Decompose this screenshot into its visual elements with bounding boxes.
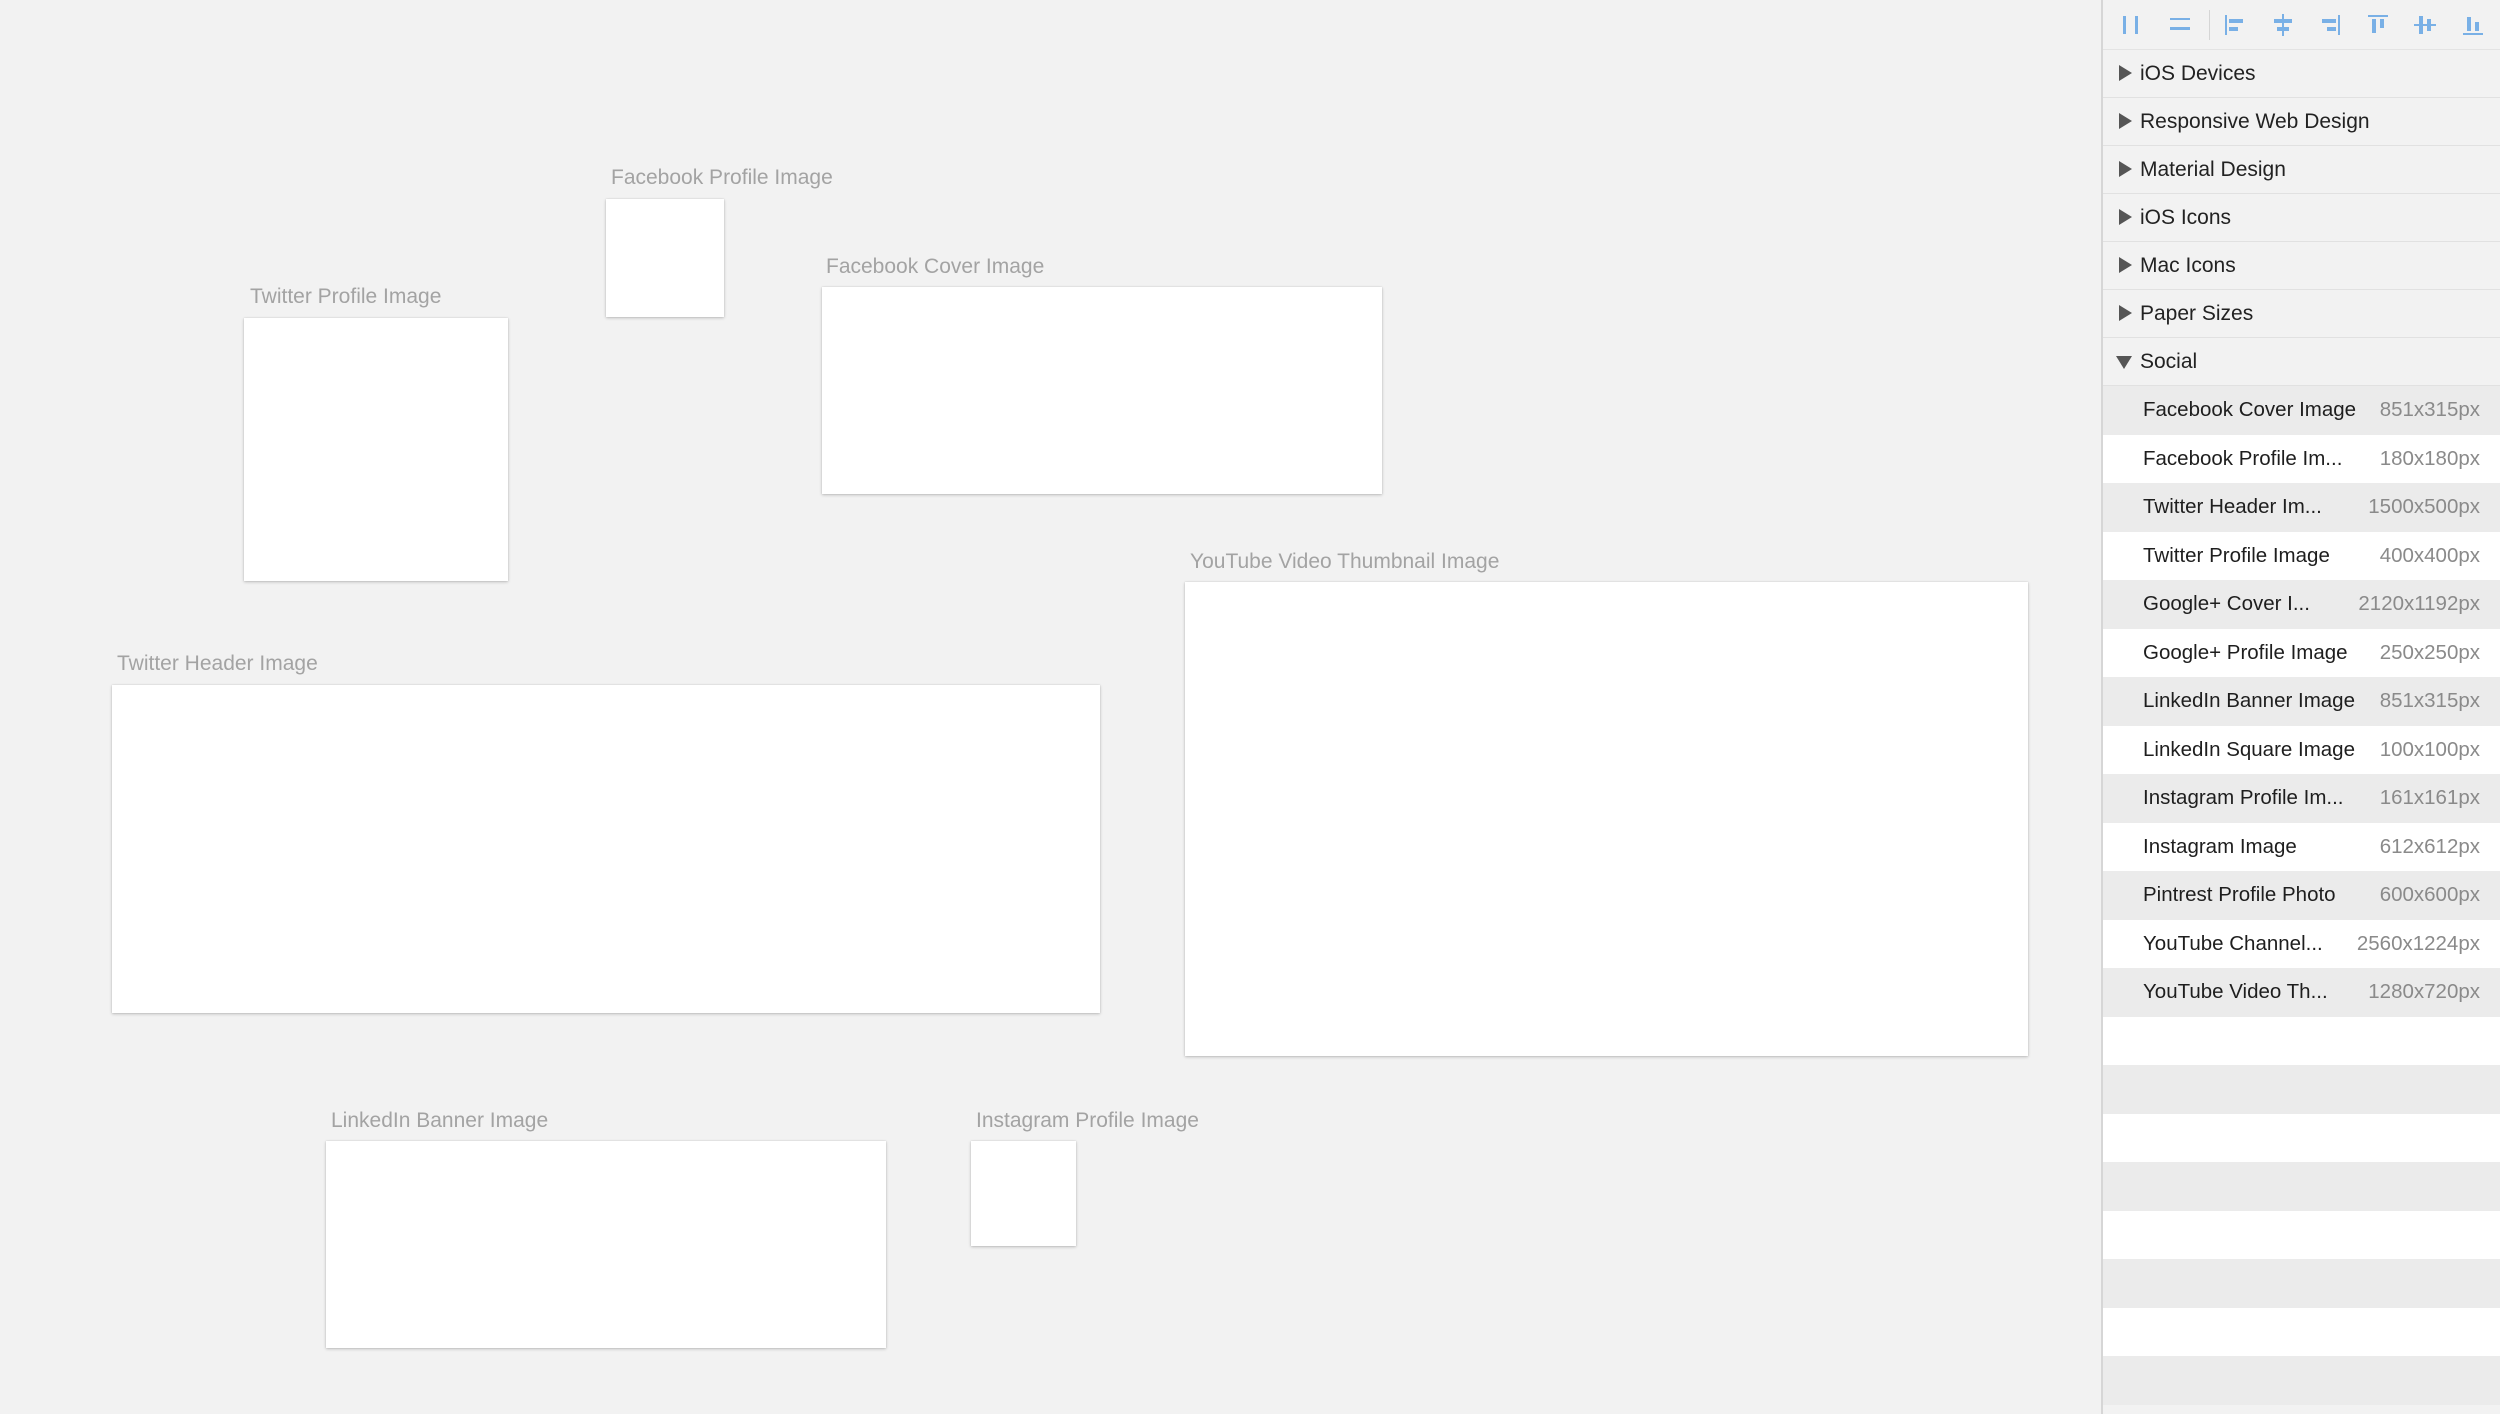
preset-size: 400x400px [2379, 543, 2480, 567]
preset-item[interactable]: Google+ Cover I... 2120x1192px [2103, 580, 2500, 629]
toolbar-separator [2209, 10, 2210, 40]
preset-item[interactable]: Facebook Cover Image 851x315px [2103, 386, 2500, 435]
empty-row [2103, 1113, 2500, 1162]
artboard-instagram-profile[interactable] [971, 1141, 1076, 1246]
preset-size: 100x100px [2379, 737, 2480, 761]
align-right-icon[interactable] [2315, 10, 2345, 40]
preset-size: 1280x720px [2368, 980, 2480, 1003]
preset-item[interactable]: Instagram Image 612x612px [2103, 822, 2500, 871]
preset-item[interactable]: Pintrest Profile Photo 600x600px [2103, 871, 2500, 920]
group-label: Material Design [2140, 158, 2286, 181]
group-ios-devices[interactable]: iOS Devices [2103, 50, 2500, 98]
preset-size: 180x180px [2379, 446, 2480, 470]
preset-size: 600x600px [2379, 883, 2480, 906]
preset-size: 612x612px [2379, 834, 2480, 858]
preset-item[interactable]: LinkedIn Banner Image 851x315px [2103, 677, 2500, 726]
align-middle-vertical-icon[interactable] [2410, 10, 2440, 40]
preset-name: Instagram Profile Im... [2143, 786, 2344, 809]
artboard-label-facebook-profile[interactable]: Facebook Profile Image [611, 166, 833, 190]
design-canvas[interactable]: Facebook Profile Image Twitter Profile I… [0, 0, 2101, 1414]
group-paper-sizes[interactable]: Paper Sizes [2103, 290, 2500, 338]
group-label: Paper Sizes [2140, 302, 2254, 325]
preset-item[interactable]: YouTube Channel... 2560x1224px [2103, 919, 2500, 968]
distribute-horizontal-icon[interactable] [2117, 10, 2147, 40]
preset-item[interactable]: Google+ Profile Image 250x250px [2103, 628, 2500, 677]
disclosure-triangle-right-icon[interactable] [2119, 113, 2132, 129]
empty-row [2103, 1065, 2500, 1114]
group-responsive-web-design[interactable]: Responsive Web Design [2103, 98, 2500, 146]
preset-item[interactable]: YouTube Video Th... 1280x720px [2103, 968, 2500, 1017]
group-mac-icons[interactable]: Mac Icons [2103, 242, 2500, 290]
preset-item[interactable]: Facebook Profile Im... 180x180px [2103, 434, 2500, 483]
disclosure-triangle-right-icon[interactable] [2119, 257, 2132, 273]
preset-name: Twitter Header Im... [2143, 495, 2322, 518]
alignment-toolbar [2103, 0, 2500, 50]
preset-size: 851x315px [2379, 689, 2480, 712]
artboard-youtube-thumb[interactable] [1185, 582, 2028, 1056]
preset-item[interactable]: LinkedIn Square Image 100x100px [2103, 725, 2500, 774]
empty-row [2103, 1016, 2500, 1065]
preset-size: 161x161px [2379, 786, 2480, 809]
preset-name: Google+ Cover I... [2143, 592, 2310, 615]
preset-size: 851x315px [2379, 398, 2480, 421]
align-center-horizontal-icon[interactable] [2268, 10, 2298, 40]
preset-size: 1500x500px [2368, 495, 2480, 518]
artboard-label-youtube-thumb[interactable]: YouTube Video Thumbnail Image [1190, 550, 1499, 574]
preset-item[interactable]: Twitter Header Im... 1500x500px [2103, 483, 2500, 532]
artboard-facebook-profile[interactable] [606, 199, 724, 317]
preset-name: Instagram Image [2143, 834, 2297, 858]
preset-size: 2120x1192px [2358, 592, 2480, 615]
group-label: Social [2140, 350, 2198, 373]
disclosure-triangle-right-icon[interactable] [2119, 161, 2132, 177]
artboard-label-facebook-cover[interactable]: Facebook Cover Image [826, 255, 1044, 279]
preset-item[interactable]: Twitter Profile Image 400x400px [2103, 531, 2500, 580]
distribute-vertical-icon[interactable] [2165, 10, 2195, 40]
empty-row [2103, 1259, 2500, 1308]
empty-row [2103, 1162, 2500, 1211]
align-top-icon[interactable] [2363, 10, 2393, 40]
preset-name: LinkedIn Banner Image [2143, 689, 2355, 712]
artboard-linkedin-banner[interactable] [326, 1141, 886, 1348]
disclosure-triangle-right-icon[interactable] [2119, 65, 2132, 81]
group-material-design[interactable]: Material Design [2103, 146, 2500, 194]
preset-name: Twitter Profile Image [2143, 543, 2330, 567]
artboard-label-twitter-header[interactable]: Twitter Header Image [117, 652, 318, 676]
preset-name: Google+ Profile Image [2143, 640, 2348, 664]
preset-name: LinkedIn Square Image [2143, 737, 2355, 761]
empty-row [2103, 1210, 2500, 1259]
group-label: iOS Icons [2140, 206, 2232, 229]
preset-name: YouTube Video Th... [2143, 980, 2328, 1003]
preset-size: 250x250px [2379, 640, 2480, 664]
group-label: Responsive Web Design [2140, 110, 2370, 133]
artboard-facebook-cover[interactable] [822, 287, 1382, 494]
artboard-label-instagram-profile[interactable]: Instagram Profile Image [976, 1109, 1199, 1133]
preset-name: Facebook Profile Im... [2143, 446, 2343, 470]
empty-row [2103, 1356, 2500, 1405]
preset-groups: iOS Devices Responsive Web Design Materi… [2103, 50, 2500, 1405]
group-ios-icons[interactable]: iOS Icons [2103, 194, 2500, 242]
group-social[interactable]: Social [2103, 338, 2500, 386]
align-left-icon[interactable] [2220, 10, 2250, 40]
preset-size: 2560x1224px [2356, 931, 2480, 955]
preset-name: Facebook Cover Image [2143, 398, 2357, 421]
disclosure-triangle-down-icon[interactable] [2116, 356, 2132, 369]
preset-item[interactable]: Instagram Profile Im... 161x161px [2103, 774, 2500, 823]
artboard-label-twitter-profile[interactable]: Twitter Profile Image [250, 285, 441, 309]
preset-name: Pintrest Profile Photo [2143, 883, 2336, 906]
presets-panel: iOS Devices Responsive Web Design Materi… [2101, 0, 2500, 1414]
preset-name: YouTube Channel... [2143, 931, 2323, 955]
artboard-twitter-header[interactable] [112, 685, 1100, 1013]
group-label: iOS Devices [2140, 62, 2256, 85]
empty-row [2103, 1307, 2500, 1356]
group-label: Mac Icons [2140, 254, 2236, 277]
disclosure-triangle-right-icon[interactable] [2119, 305, 2132, 321]
artboard-twitter-profile[interactable] [244, 318, 508, 581]
align-bottom-icon[interactable] [2458, 10, 2488, 40]
disclosure-triangle-right-icon[interactable] [2119, 209, 2132, 225]
artboard-label-linkedin-banner[interactable]: LinkedIn Banner Image [331, 1109, 548, 1133]
